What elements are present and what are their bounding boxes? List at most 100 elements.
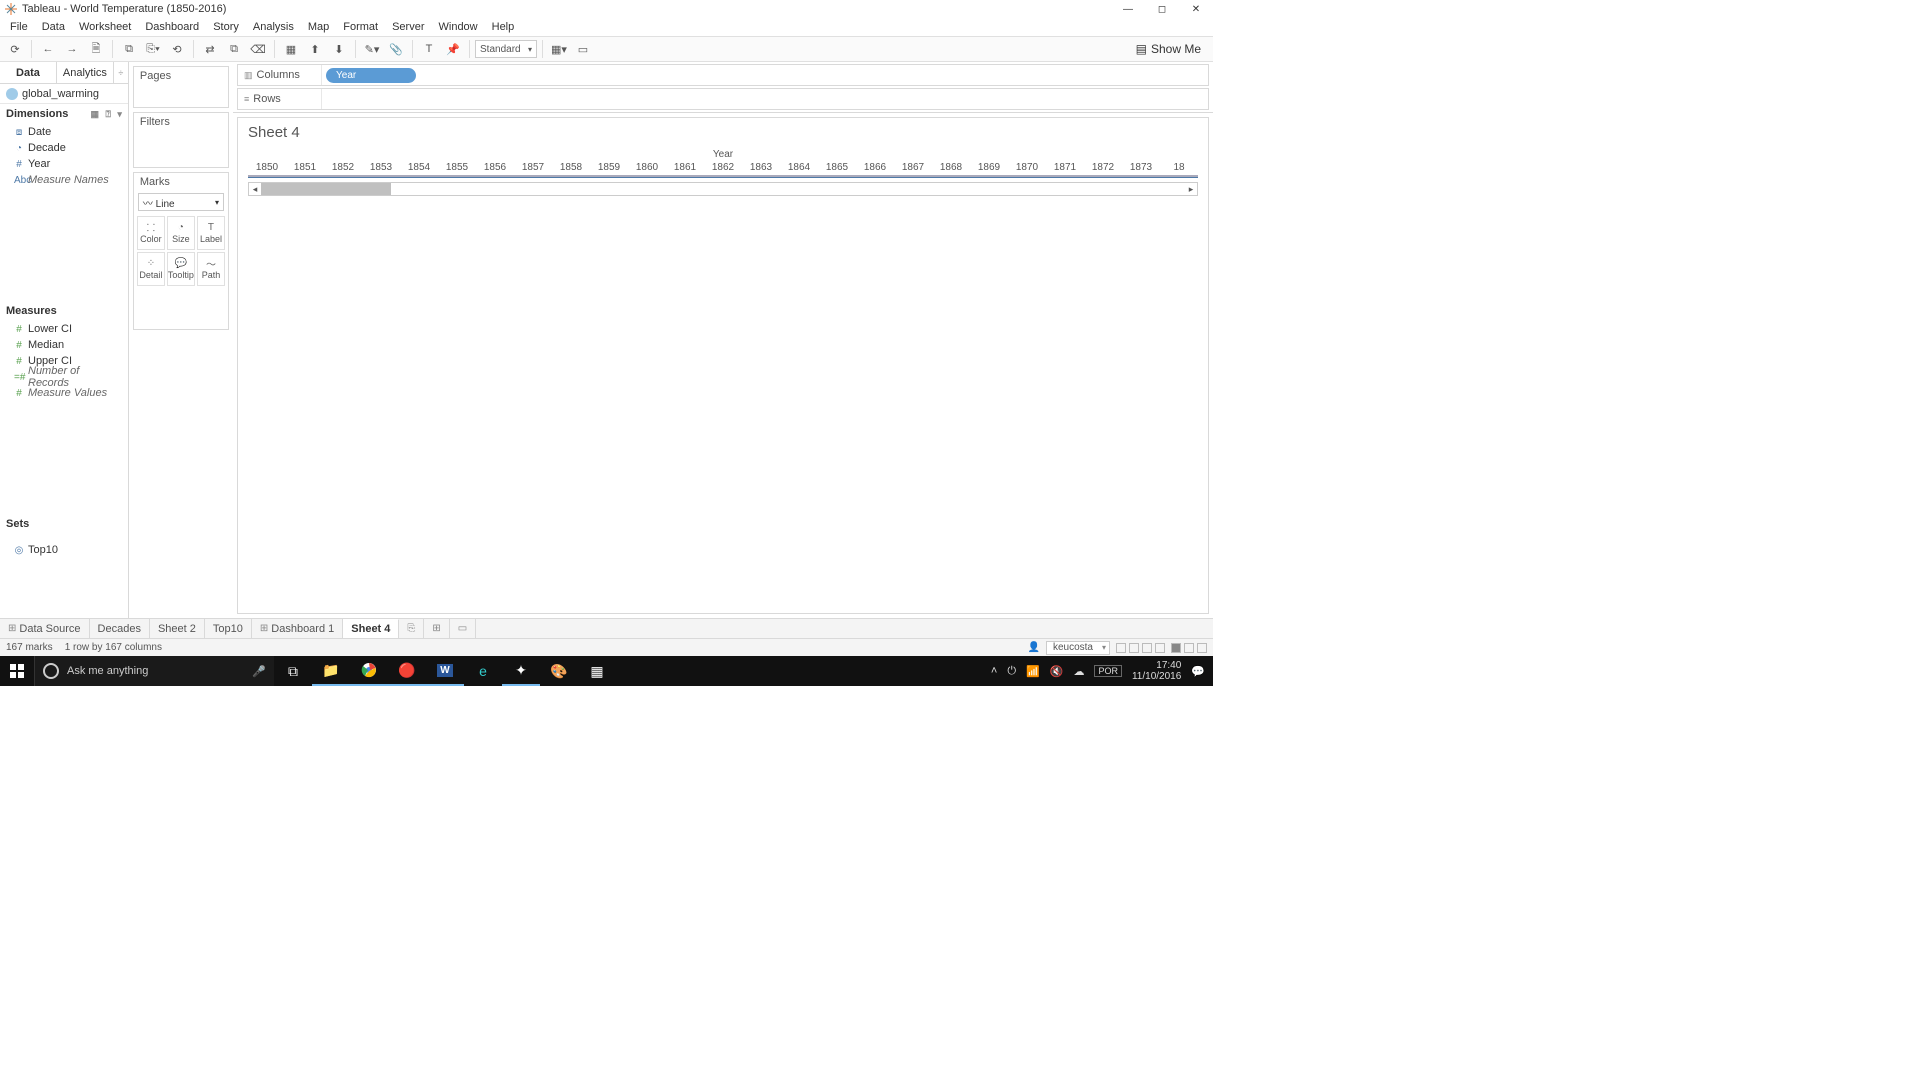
scroll-thumb[interactable] bbox=[261, 183, 391, 195]
field-year[interactable]: #Year bbox=[0, 156, 128, 172]
new-worksheet-icon[interactable]: ⎘▾ bbox=[142, 39, 164, 59]
tray-power-icon[interactable]: ⏻ bbox=[1007, 665, 1016, 678]
tray-drive-icon[interactable]: ☁ bbox=[1073, 665, 1084, 678]
menu-analysis[interactable]: Analysis bbox=[247, 19, 300, 35]
new-dashboard-button[interactable]: ⊞ bbox=[424, 619, 449, 638]
labels-icon[interactable]: T bbox=[418, 39, 440, 59]
calculator-icon[interactable]: ▦ bbox=[578, 656, 616, 686]
edge-icon[interactable]: e bbox=[464, 656, 502, 686]
pages-card[interactable]: Pages bbox=[133, 66, 229, 108]
menu-window[interactable]: Window bbox=[433, 19, 484, 35]
sort-desc-icon[interactable]: ⬇ bbox=[328, 39, 350, 59]
view-mode-icons-2[interactable] bbox=[1171, 643, 1207, 653]
view-mode-icons[interactable] bbox=[1116, 643, 1165, 653]
tab-top10[interactable]: Top10 bbox=[205, 619, 252, 638]
rows-shelf[interactable]: ≡Rows bbox=[237, 88, 1209, 110]
tray-clock[interactable]: 17:40 11/10/2016 bbox=[1132, 660, 1181, 682]
taskbar-search[interactable]: Ask me anything 🎤 bbox=[34, 656, 274, 686]
menu-dashboard[interactable]: Dashboard bbox=[139, 19, 205, 35]
menu-worksheet[interactable]: Worksheet bbox=[73, 19, 137, 35]
sort-asc-icon[interactable]: ⬆ bbox=[304, 39, 326, 59]
mark-type-dropdown[interactable]: 〰 Line▾ bbox=[138, 193, 224, 211]
duplicate-icon[interactable]: ⧉ bbox=[223, 39, 245, 59]
explorer-icon[interactable]: 📁 bbox=[312, 656, 350, 686]
horizontal-scrollbar[interactable]: ◂ ▸ bbox=[248, 182, 1198, 196]
minimize-button[interactable]: — bbox=[1111, 0, 1145, 18]
start-icon[interactable]: ⟳ bbox=[4, 39, 26, 59]
menu-server[interactable]: Server bbox=[386, 19, 430, 35]
filters-card[interactable]: Filters bbox=[133, 112, 229, 168]
tab-decades[interactable]: Decades bbox=[90, 619, 150, 638]
field-median[interactable]: #Median bbox=[0, 337, 128, 353]
show-me-button[interactable]: ▤ Show Me bbox=[1136, 42, 1209, 56]
swap-icon[interactable]: ⇄ bbox=[199, 39, 221, 59]
tray-volume-icon[interactable]: 🔇 bbox=[1050, 665, 1064, 678]
forward-button[interactable]: → bbox=[61, 39, 83, 59]
menu-map[interactable]: Map bbox=[302, 19, 335, 35]
menu-file[interactable]: File bbox=[4, 19, 34, 35]
autoupdate-icon[interactable]: ▦ bbox=[280, 39, 302, 59]
taskview-icon[interactable]: ⧉ bbox=[274, 656, 312, 686]
mark-size[interactable]: ◔Size bbox=[167, 216, 195, 250]
tab-datasource[interactable]: ⊞Data Source bbox=[0, 619, 90, 638]
close-button[interactable]: ✕ bbox=[1179, 0, 1213, 18]
mark-detail[interactable]: ⁘Detail bbox=[137, 252, 165, 286]
field-lower-ci[interactable]: #Lower CI bbox=[0, 321, 128, 337]
tab-dashboard1[interactable]: ⊞Dashboard 1 bbox=[252, 619, 343, 638]
refresh-icon[interactable]: ⟲ bbox=[166, 39, 188, 59]
presentation-icon[interactable]: ▭ bbox=[572, 39, 594, 59]
fit-dropdown[interactable]: Standard▾ bbox=[475, 40, 537, 58]
mark-color[interactable]: ⸬Color bbox=[137, 216, 165, 250]
new-datasource-icon[interactable]: ⧉ bbox=[118, 39, 140, 59]
tray-notifications-icon[interactable]: 💬 bbox=[1191, 665, 1205, 678]
scroll-left-icon[interactable]: ◂ bbox=[249, 184, 261, 195]
cards-icon[interactable]: ▦▾ bbox=[548, 39, 570, 59]
word-icon[interactable]: W bbox=[426, 656, 464, 686]
sets-list: ◎Top10 bbox=[0, 542, 128, 558]
app-icon[interactable]: 🔴 bbox=[388, 656, 426, 686]
mark-path[interactable]: 〜Path bbox=[197, 252, 225, 286]
new-story-button[interactable]: ▭ bbox=[450, 619, 476, 638]
tab-sheet2[interactable]: Sheet 2 bbox=[150, 619, 205, 638]
dimensions-controls[interactable]: ▦ ⍰ ▾ bbox=[90, 109, 123, 120]
set-top10[interactable]: ◎Top10 bbox=[0, 542, 128, 558]
tray-wifi-icon[interactable]: 📶 bbox=[1026, 665, 1040, 678]
clear-icon[interactable]: ⌫ bbox=[247, 39, 269, 59]
columns-shelf[interactable]: ▥Columns Year bbox=[237, 64, 1209, 86]
menu-data[interactable]: Data bbox=[36, 19, 71, 35]
tab-sheet4[interactable]: Sheet 4 bbox=[343, 619, 399, 638]
tab-analytics[interactable]: Analytics bbox=[57, 62, 114, 83]
mic-icon[interactable]: 🎤 bbox=[252, 665, 266, 678]
sheet-title[interactable]: Sheet 4 bbox=[238, 118, 1208, 147]
tray-lang-icon[interactable]: POR bbox=[1094, 665, 1122, 677]
back-button[interactable]: ← bbox=[37, 39, 59, 59]
start-button[interactable] bbox=[0, 664, 34, 678]
path-icon: 〜 bbox=[205, 258, 217, 268]
field-date[interactable]: ⧈Date bbox=[0, 124, 128, 140]
save-button[interactable]: 🗎 bbox=[85, 39, 107, 59]
datasource-row[interactable]: global_warming bbox=[0, 84, 128, 104]
tray-chevron-icon[interactable]: ˄ bbox=[991, 665, 997, 677]
paint-icon[interactable]: 🎨 bbox=[540, 656, 578, 686]
mark-tooltip[interactable]: 💬Tooltip bbox=[167, 252, 195, 286]
menu-help[interactable]: Help bbox=[486, 19, 521, 35]
highlight-icon[interactable]: ✎▾ bbox=[361, 39, 383, 59]
field-number-of-records[interactable]: =#Number of Records bbox=[0, 369, 128, 385]
field-measure-names[interactable]: AbcMeasure Names bbox=[0, 172, 128, 188]
mark-label[interactable]: TLabel bbox=[197, 216, 225, 250]
scroll-right-icon[interactable]: ▸ bbox=[1185, 184, 1197, 195]
menu-story[interactable]: Story bbox=[207, 19, 245, 35]
pane-pin-icon[interactable]: ÷ bbox=[114, 62, 128, 83]
pill-year[interactable]: Year bbox=[326, 68, 416, 83]
maximize-button[interactable]: ◻ bbox=[1145, 0, 1179, 18]
user-dropdown[interactable]: keucosta bbox=[1046, 641, 1110, 655]
menu-format[interactable]: Format bbox=[337, 19, 384, 35]
pin-icon[interactable]: 📌 bbox=[442, 39, 464, 59]
worksheet-canvas: Sheet 4 Year 185018511852185318541855185… bbox=[237, 117, 1209, 614]
group-icon[interactable]: 📎 bbox=[385, 39, 407, 59]
tab-data[interactable]: Data bbox=[0, 62, 57, 83]
chrome-icon[interactable] bbox=[350, 656, 388, 686]
new-sheet-button[interactable]: ⎘ bbox=[399, 619, 424, 638]
field-decade[interactable]: ◔Decade bbox=[0, 140, 128, 156]
tableau-taskbar-icon[interactable]: ✦ bbox=[502, 656, 540, 686]
